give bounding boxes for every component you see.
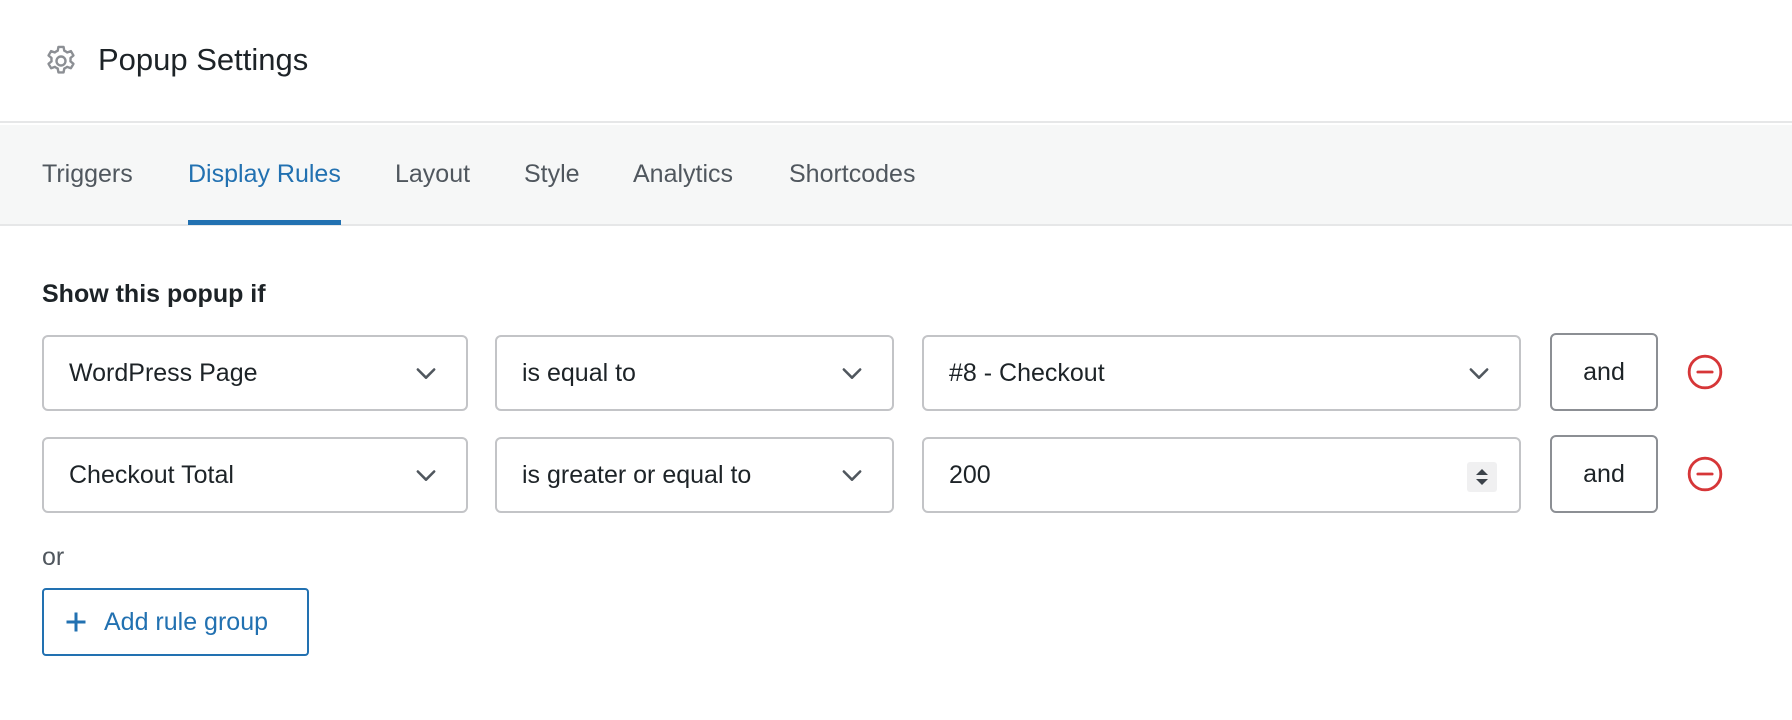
tab-shortcodes[interactable]: Shortcodes <box>789 125 915 224</box>
rule-1-operator-value: is equal to <box>522 359 636 387</box>
rule-1-value-select[interactable]: #8 - Checkout <box>922 335 1521 411</box>
add-rule-group-button[interactable]: Add rule group <box>42 588 309 656</box>
page-title: Popup Settings <box>98 42 309 77</box>
tab-analytics[interactable]: Analytics <box>633 125 733 224</box>
chevron-down-icon <box>842 368 862 379</box>
rule-2-and-button[interactable]: and <box>1550 435 1658 513</box>
page-header: Popup Settings <box>0 0 1792 123</box>
tab-triggers[interactable]: Triggers <box>42 125 133 224</box>
add-rule-group-label: Add rule group <box>104 608 269 636</box>
rule-1-value: #8 - Checkout <box>949 359 1105 387</box>
number-spinner-icon[interactable] <box>1467 462 1497 492</box>
rule-2-number-input[interactable]: 200 <box>922 437 1521 513</box>
tab-style[interactable]: Style <box>524 125 580 224</box>
gear-icon <box>47 45 75 74</box>
rule-1-field-value: WordPress Page <box>69 359 258 387</box>
chevron-down-icon <box>1469 368 1489 379</box>
rule-2-field-value: Checkout Total <box>69 461 234 489</box>
chevron-down-icon <box>416 368 436 379</box>
settings-tabs: Triggers Display Rules Layout Style Anal… <box>0 125 1792 226</box>
rule-2-field-select[interactable]: Checkout Total <box>42 437 468 513</box>
rule-1-operator-select[interactable]: is equal to <box>495 335 894 411</box>
rule-2-value: 200 <box>949 461 991 489</box>
rule-2-operator-select[interactable]: is greater or equal to <box>495 437 894 513</box>
rule-1-and-button[interactable]: and <box>1550 333 1658 411</box>
or-label: or <box>42 543 65 571</box>
remove-rule-2-icon[interactable] <box>1686 455 1724 493</box>
rule-2-operator-value: is greater or equal to <box>522 461 752 489</box>
chevron-down-icon <box>416 470 436 481</box>
tab-layout[interactable]: Layout <box>395 125 470 224</box>
tab-display-rules[interactable]: Display Rules <box>188 125 341 225</box>
plus-icon <box>66 612 86 632</box>
remove-rule-1-icon[interactable] <box>1686 353 1724 391</box>
chevron-down-icon <box>842 470 862 481</box>
rules-heading: Show this popup if <box>42 280 266 308</box>
rule-1-field-select[interactable]: WordPress Page <box>42 335 468 411</box>
